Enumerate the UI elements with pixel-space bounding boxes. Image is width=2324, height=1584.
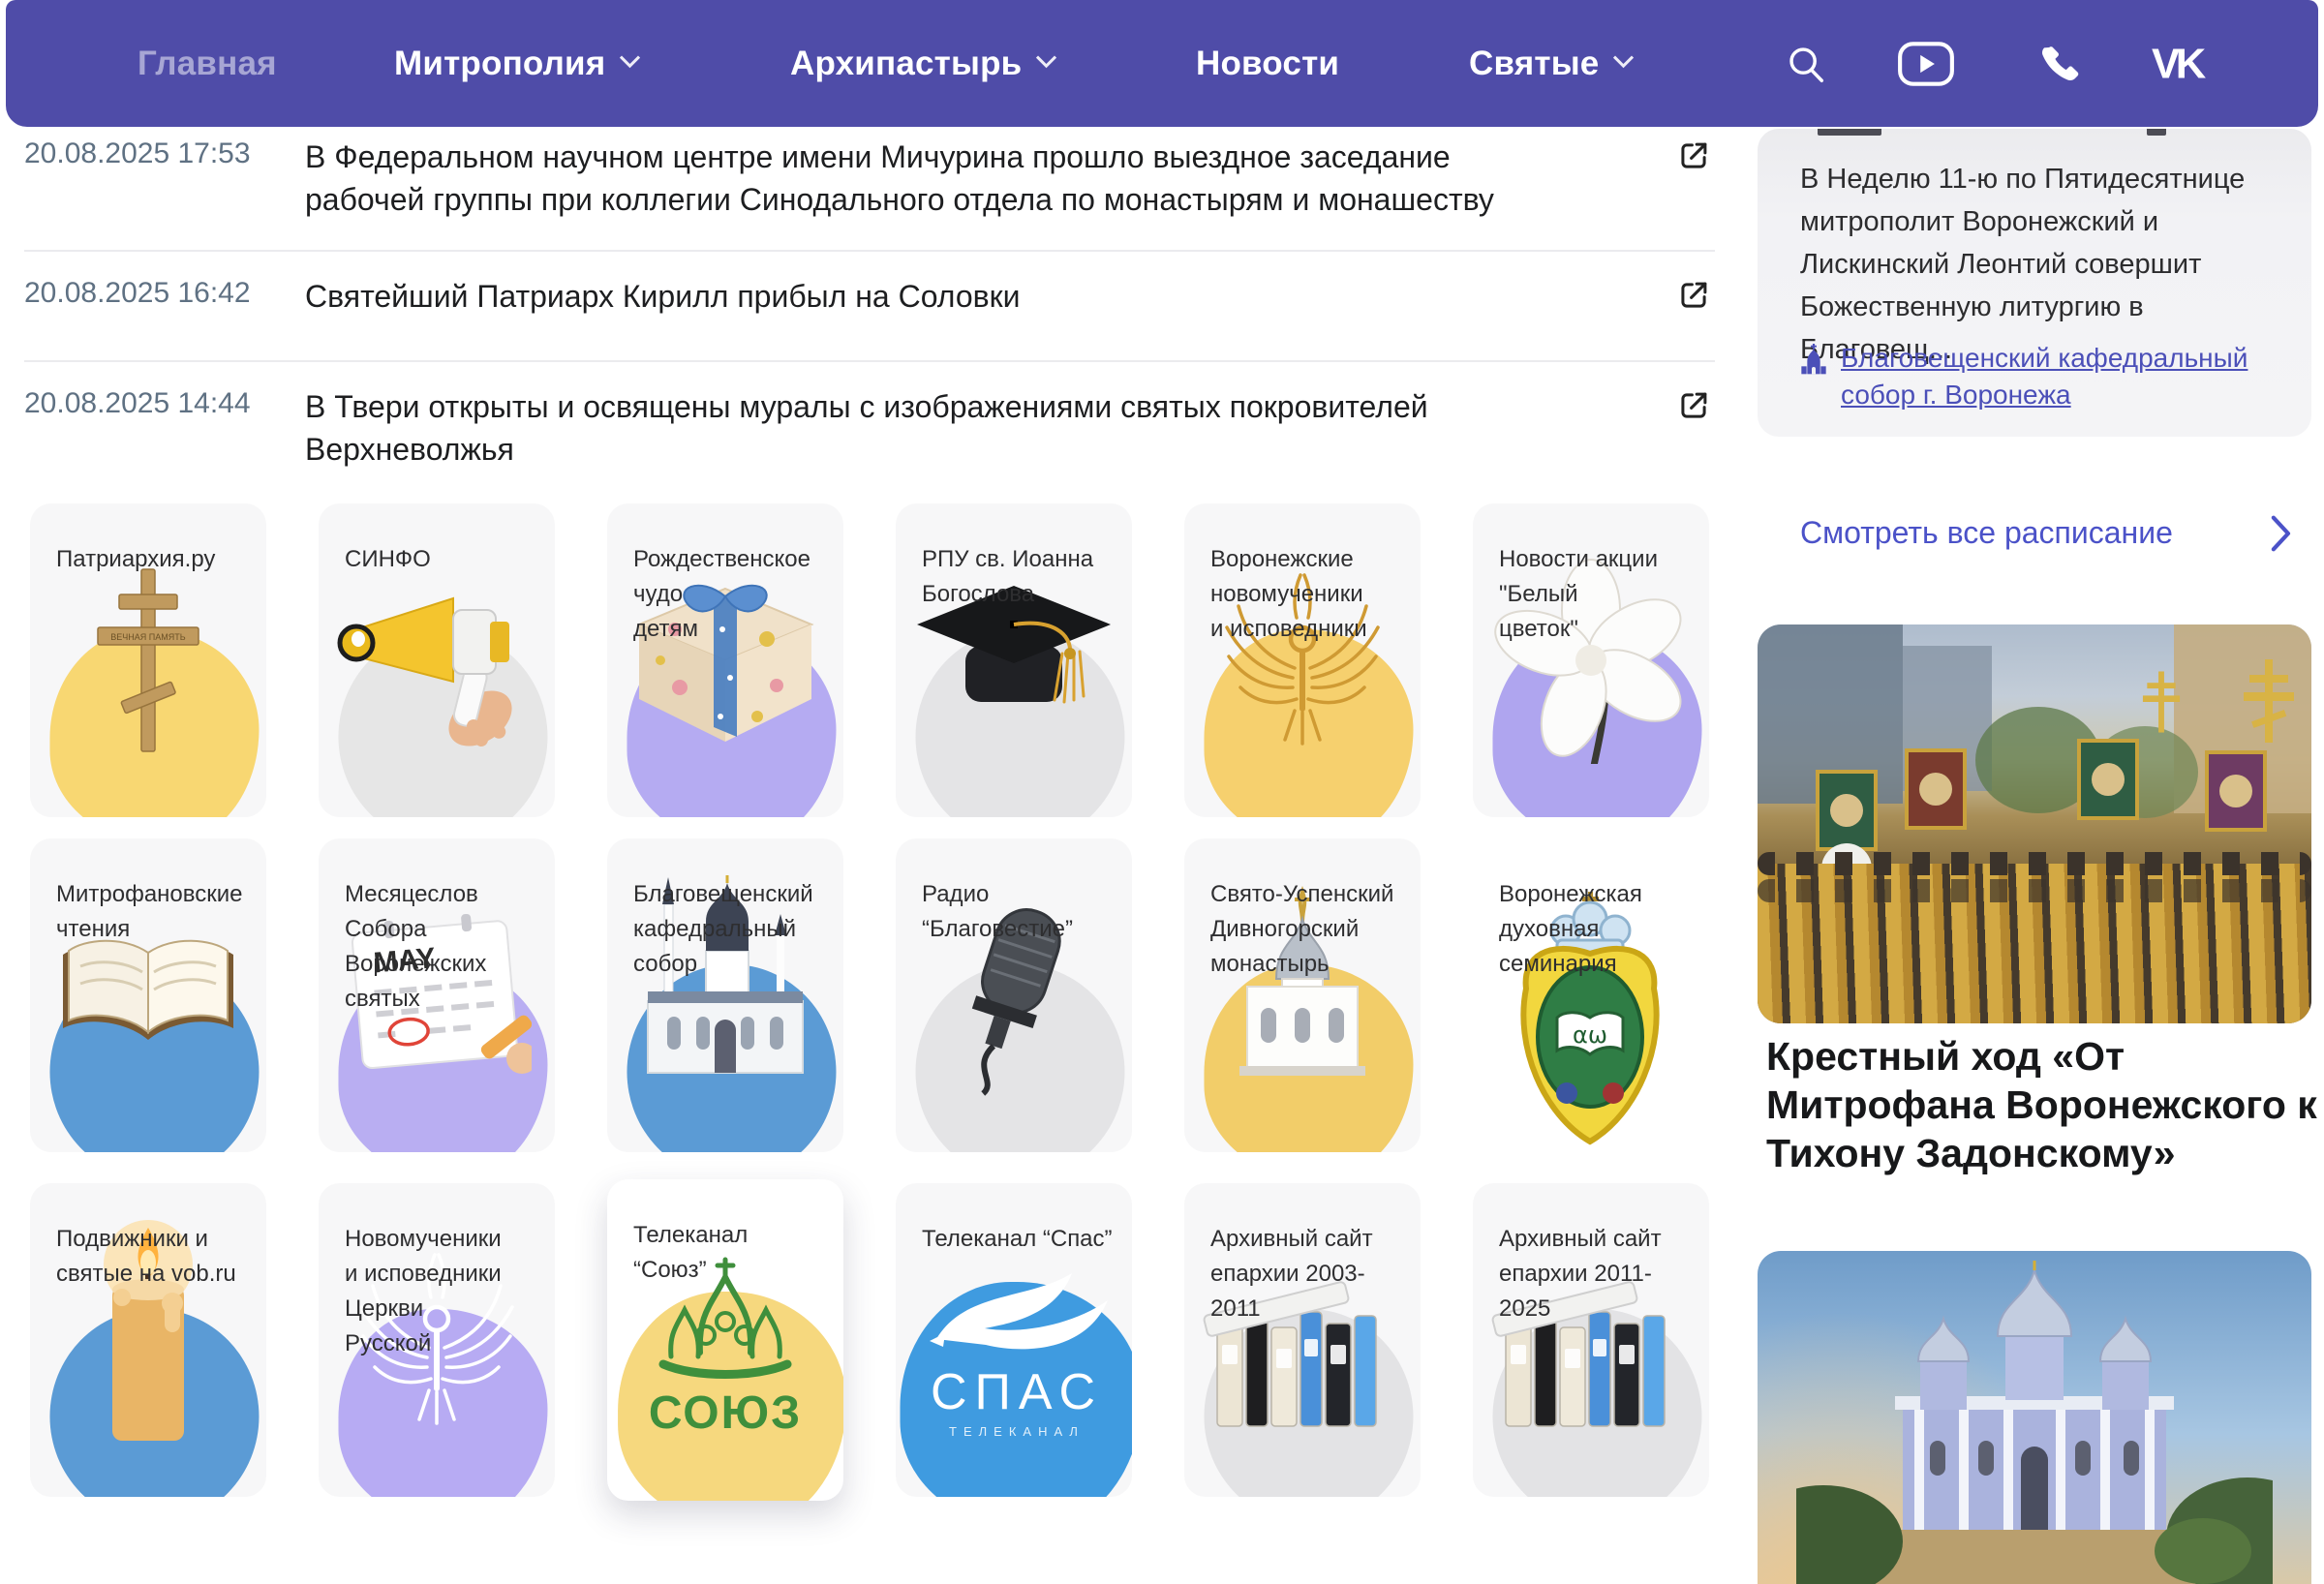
nav-item-saints[interactable]: Святые xyxy=(1469,0,1635,127)
banner-title: Архивный сайт епархии 2011-2025 xyxy=(1499,1226,1662,1322)
crowd xyxy=(1758,852,2311,1023)
spas-logo-icon: СПАС ТЕЛЕКАНАЛ xyxy=(930,1273,1108,1439)
svg-text:СПАС: СПАС xyxy=(931,1364,1103,1420)
banner-card-seminary[interactable]: Воронежская духовная семинария αω xyxy=(1473,838,1709,1152)
open-book-icon xyxy=(63,939,233,1040)
nav-item-label: Главная xyxy=(138,44,277,82)
gold-cross-icon xyxy=(2244,659,2294,743)
svg-text:СОЮЗ: СОЮЗ xyxy=(649,1387,802,1439)
svg-text:ТЕЛЕКАНАЛ: ТЕЛЕКАНАЛ xyxy=(949,1424,1085,1439)
gold-cross-icon xyxy=(2142,671,2181,733)
banner-title: Новости акции "Белый цветок" xyxy=(1499,546,1658,642)
news-title[interactable]: Святейший Патриарх Кирилл прибыл на Соло… xyxy=(305,275,1675,318)
nav-item-label: Новости xyxy=(1196,44,1340,82)
banner-card-archive-2011[interactable]: Архивный сайт епархии 2011-2025 xyxy=(1473,1183,1709,1497)
procession-photo[interactable] xyxy=(1758,624,2311,1023)
banner-card-radio[interactable]: Радио “Благовестие” xyxy=(896,838,1132,1152)
svg-text:αω: αω xyxy=(1573,1021,1607,1049)
banner-title: Митрофановские чтения xyxy=(56,881,243,942)
banner-card-menologion[interactable]: Месяцеслов Собора Воронежских святых MAY xyxy=(319,838,555,1152)
nav-item-label: Митрополия xyxy=(394,44,606,82)
news-datetime: 20.08.2025 14:44 xyxy=(24,387,251,419)
clipped-text-fragment xyxy=(2147,129,2166,136)
banner-title: Архивный сайт епархии 2003-2011 xyxy=(1210,1226,1373,1322)
banner-card-patriarchia[interactable]: Патриархия.ру ВЕЧНАЯ ПАМЯТЬ xyxy=(30,503,266,817)
banner-title: РПУ св. Иоанна Богослова xyxy=(922,546,1094,607)
procession-banner xyxy=(1816,770,1878,851)
chevron-down-icon xyxy=(1613,47,1635,69)
news-datetime: 20.08.2025 16:42 xyxy=(24,277,251,309)
procession-banner xyxy=(2077,739,2139,820)
banner-card-divnogorsk-monastery[interactable]: Свято-Успенский Дивногорский монастырь xyxy=(1184,838,1421,1152)
external-link-icon[interactable] xyxy=(1675,136,1714,179)
banner-title: СИНФО xyxy=(345,546,431,572)
church-icon xyxy=(1798,344,1829,383)
chevron-right-icon[interactable] xyxy=(2270,513,2293,559)
schedule-card[interactable]: В Неделю 11-ю по Пятидесятнице митрополи… xyxy=(1758,129,2311,437)
banner-card-ascetics-vob[interactable]: Подвижники и святые на vob.ru xyxy=(30,1183,266,1497)
chevron-down-icon xyxy=(1036,47,1057,69)
procession-banner xyxy=(2205,750,2267,832)
youtube-icon[interactable] xyxy=(1896,0,1956,127)
news-item[interactable]: 20.08.2025 14:44 В Твери открыты и освящ… xyxy=(24,385,1714,471)
procession-banner xyxy=(1905,748,1967,830)
orthodox-cross-icon: ВЕЧНАЯ ПАМЯТЬ xyxy=(97,568,199,752)
banner-card-sinfo[interactable]: СИНФО xyxy=(319,503,555,817)
banner-title: Месяцеслов Собора Воронежских святых xyxy=(345,881,487,1012)
banner-title: Новомученики и исповедники Церкви Русско… xyxy=(345,1226,502,1356)
vk-icon[interactable]: VK xyxy=(2152,0,2214,127)
feature-heading[interactable]: Крестный ход «От Митрофана Воронежского … xyxy=(1766,1032,2320,1177)
banner-card-archive-2003[interactable]: Архивный сайт епархии 2003-2011 xyxy=(1184,1183,1421,1497)
chevron-down-icon xyxy=(620,47,641,69)
banner-title: Телеканал “Союз” xyxy=(633,1222,749,1283)
banner-card-soyuz-tv[interactable]: Телеканал “Союз” СОЮЗ xyxy=(607,1179,843,1501)
news-item[interactable]: 20.08.2025 17:53 В Федеральном научном ц… xyxy=(24,136,1714,221)
external-link-icon[interactable] xyxy=(1675,275,1714,319)
schedule-location-link[interactable]: Благовещенский кафедральный собор г. Вор… xyxy=(1841,340,2257,413)
main-navigation: Главная Митрополия Архипастырь Новости С… xyxy=(6,0,2318,127)
banner-card-voronezh-martyrs[interactable]: Воронежские новомученики и исповедники xyxy=(1184,503,1421,817)
banner-card-mitrofan-readings[interactable]: Митрофановские чтения xyxy=(30,838,266,1152)
banner-card-christmas-miracle[interactable]: Рождественское чудо детям xyxy=(607,503,843,817)
phone-icon[interactable] xyxy=(2037,0,2082,127)
schedule-announcement[interactable]: В Неделю 11-ю по Пятидесятнице митрополи… xyxy=(1800,158,2292,371)
news-item[interactable]: 20.08.2025 16:42 Святейший Патриарх Кири… xyxy=(24,275,1714,319)
external-link-icon[interactable] xyxy=(1675,385,1714,429)
divider xyxy=(24,250,1715,252)
church-photo[interactable] xyxy=(1758,1251,2311,1584)
nav-item-archipastor[interactable]: Архипастырь xyxy=(790,0,1057,127)
church-illustration xyxy=(1796,1261,2273,1584)
svg-text:ВЕЧНАЯ ПАМЯТЬ: ВЕЧНАЯ ПАМЯТЬ xyxy=(110,632,185,642)
nav-item-label: Святые xyxy=(1469,44,1600,82)
banner-card-rpu[interactable]: РПУ св. Иоанна Богослова xyxy=(896,503,1132,817)
nav-item-mitropolia[interactable]: Митрополия xyxy=(394,0,641,127)
clipped-text-fragment xyxy=(1818,129,1881,136)
banner-title: Рождественское чудо детям xyxy=(633,546,810,642)
banner-title: Патриархия.ру xyxy=(56,546,216,572)
banner-card-annunciation-cathedral[interactable]: Благовещенский кафедральный собор xyxy=(607,838,843,1152)
banner-title: Воронежские новомученики и исповедники xyxy=(1210,546,1367,642)
banner-card-spas-tv[interactable]: Телеканал “Спас” СПАС ТЕЛЕКАНАЛ xyxy=(896,1183,1132,1497)
banner-title: Свято-Успенский Дивногорский монастырь xyxy=(1210,881,1394,977)
nav-item-label: Архипастырь xyxy=(790,44,1023,82)
banner-title: Благовещенский кафедральный собор xyxy=(633,881,813,977)
news-title[interactable]: В Федеральном научном центре имени Мичур… xyxy=(305,136,1675,221)
banner-card-white-flower[interactable]: Новости акции "Белый цветок" xyxy=(1473,503,1709,817)
news-title[interactable]: В Твери открыты и освящены муралы с изоб… xyxy=(305,385,1675,471)
svg-text:VK: VK xyxy=(2152,42,2207,86)
banner-title: Подвижники и святые на vob.ru xyxy=(56,1226,236,1287)
news-datetime: 20.08.2025 17:53 xyxy=(24,137,251,169)
banner-card-new-martyrs[interactable]: Новомученики и исповедники Церкви Русско… xyxy=(319,1183,555,1497)
banner-title: Радио “Благовестие” xyxy=(922,881,1073,942)
banner-title: Телеканал “Спас” xyxy=(922,1226,1113,1252)
search-icon[interactable] xyxy=(1784,0,1828,127)
banner-title: Воронежская духовная семинария xyxy=(1499,881,1642,977)
nav-item-home[interactable]: Главная xyxy=(138,0,277,127)
page: Главная Митрополия Архипастырь Новости С… xyxy=(0,0,2324,1584)
divider xyxy=(24,360,1715,362)
nav-item-news[interactable]: Новости xyxy=(1196,0,1339,127)
view-all-schedule-link[interactable]: Смотреть все расписание xyxy=(1800,515,2173,551)
megaphone-icon xyxy=(337,596,512,746)
